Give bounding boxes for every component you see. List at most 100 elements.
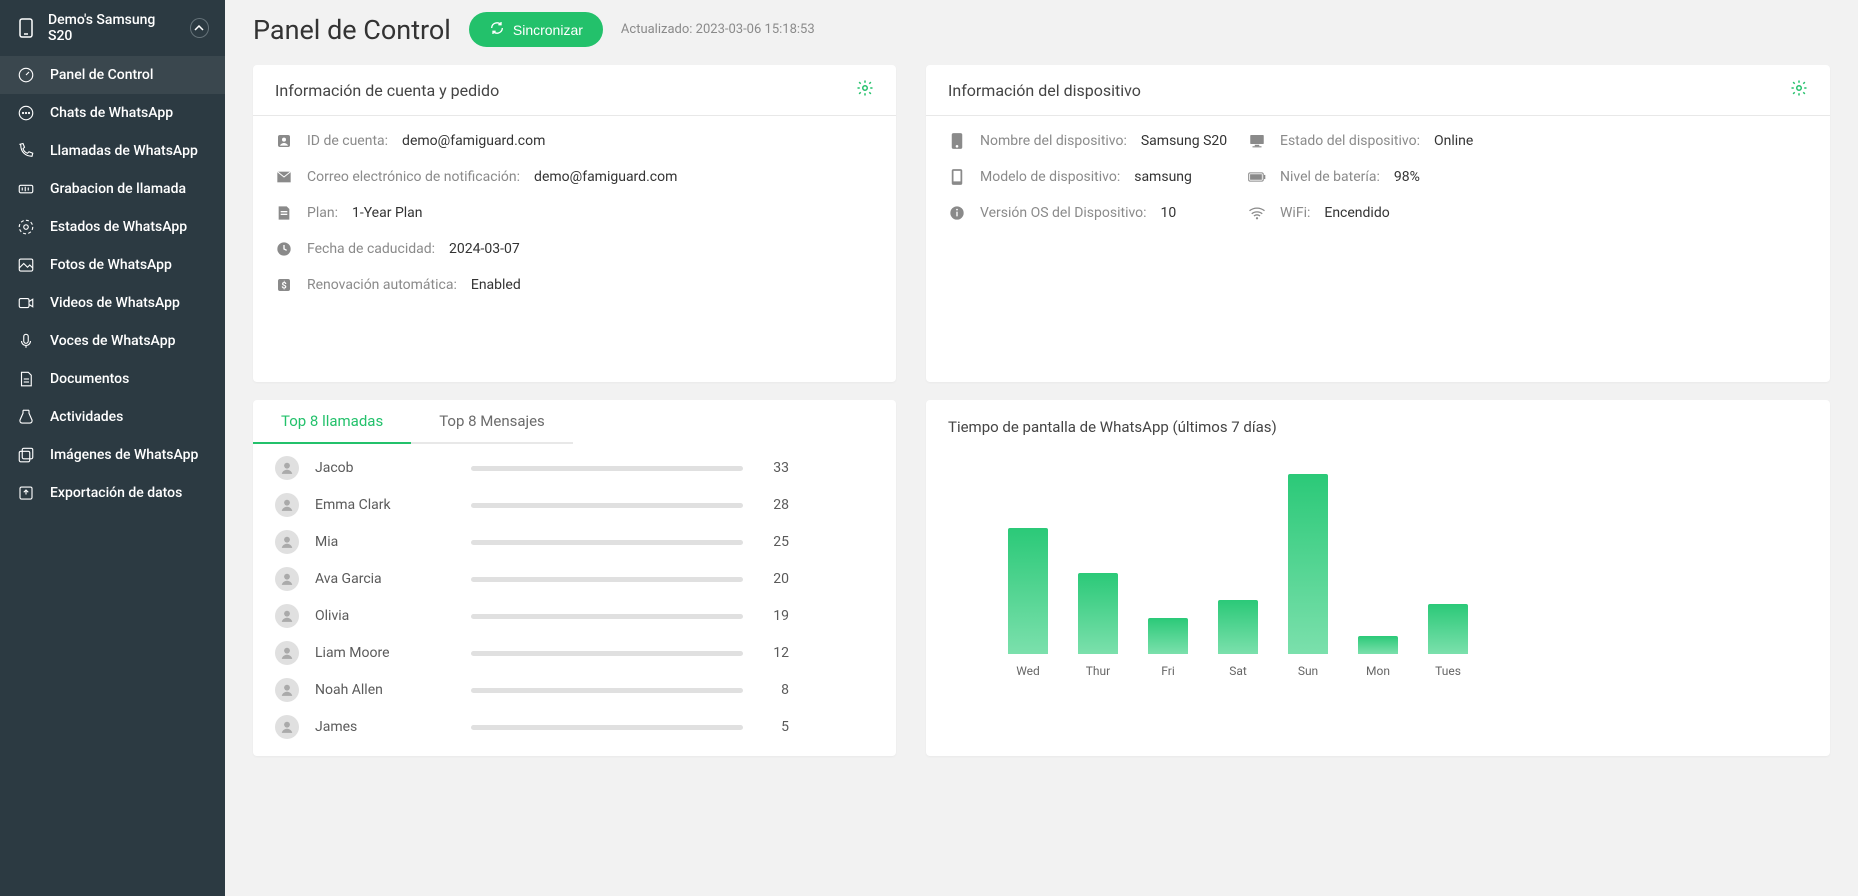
account-info-row: Correo electrónico de notificación: demo… [275,168,874,186]
info-value: demo@famiguard.com [402,133,545,149]
chart-bar: Mon [1358,636,1398,678]
device-info-row: Nivel de batería: 98% [1248,168,1548,186]
avatar [275,678,299,702]
call-name: Ava Garcia [315,571,455,587]
account-info-card: Información de cuenta y pedido ID de cue… [253,65,896,382]
sidebar-item-status[interactable]: Estados de WhatsApp [0,208,225,246]
main: Panel de Control Sincronizar Actualizado… [225,0,1858,896]
chart-bar: Sun [1288,474,1328,678]
gear-icon[interactable] [1790,79,1808,101]
image-icon [16,445,36,465]
sidebar-item-export[interactable]: Exportación de datos [0,474,225,512]
sidebar-item-dashboard[interactable]: Panel de Control [0,56,225,94]
doc-icon [16,369,36,389]
updated-text: Actualizado: 2023-03-06 15:18:53 [621,22,815,37]
info-value: 10 [1161,205,1177,221]
info-icon [948,132,966,150]
chat-icon [16,103,36,123]
call-name: Liam Moore [315,645,455,661]
call-name: Mia [315,534,455,550]
info-label: Nivel de batería: [1280,169,1380,185]
sidebar-item-activity[interactable]: Actividades [0,398,225,436]
export-icon [16,483,36,503]
sidebar-item-label: Documentos [50,371,129,387]
info-icon [275,204,293,222]
sidebar-item-record[interactable]: Grabacion de llamada [0,170,225,208]
sidebar-item-voice[interactable]: Voces de WhatsApp [0,322,225,360]
chart-label: Tues [1435,664,1461,678]
device-card-title: Información del dispositivo [948,81,1141,100]
info-icon [1248,204,1266,222]
chevron-up-icon[interactable] [190,18,209,38]
call-row: Emma Clark28 [275,493,874,517]
activity-icon [16,407,36,427]
call-icon [16,141,36,161]
info-label: Nombre del dispositivo: [980,133,1127,149]
title-row: Panel de Control Sincronizar Actualizado… [253,12,1830,47]
chart-bar-fill [1288,474,1328,654]
call-row: Ava Garcia20 [275,567,874,591]
info-value: samsung [1134,169,1192,185]
call-count: 8 [759,682,789,698]
avatar [275,530,299,554]
call-count: 12 [759,645,789,661]
info-label: Estado del dispositivo: [1280,133,1420,149]
device-info-row: Nombre del dispositivo: Samsung S20 [948,132,1248,150]
call-row: Olivia 19 [275,604,874,628]
screen-time-title: Tiempo de pantalla de WhatsApp (últimos … [948,418,1808,436]
info-label: Modelo de dispositivo: [980,169,1120,185]
call-row: Jacob33 [275,456,874,480]
sidebar-item-label: Estados de WhatsApp [50,219,187,235]
info-label: ID de cuenta: [307,133,388,149]
chart-label: Sat [1229,664,1247,678]
chart-bar-fill [1218,600,1258,654]
call-count: 5 [759,719,789,735]
info-icon [275,240,293,258]
sidebar-item-call[interactable]: Llamadas de WhatsApp [0,132,225,170]
chart-bar: Wed [1008,528,1048,678]
video-icon [16,293,36,313]
sync-button[interactable]: Sincronizar [469,12,603,47]
call-count: 25 [759,534,789,550]
info-label: Fecha de caducidad: [307,241,435,257]
phone-icon [16,18,36,38]
call-name: Olivia [315,608,455,624]
device-label: Demo's Samsung S20 [48,12,178,44]
avatar [275,493,299,517]
chart-label: Sun [1298,664,1318,678]
info-value: 98% [1394,169,1420,185]
info-label: Versión OS del Dispositivo: [980,205,1147,221]
chart-bar: Thur [1078,573,1118,678]
call-bar [471,466,743,471]
sidebar-item-doc[interactable]: Documentos [0,360,225,398]
sidebar-device-header[interactable]: Demo's Samsung S20 [0,0,225,56]
sidebar-item-label: Panel de Control [50,67,153,83]
call-count: 19 [759,608,789,624]
status-icon [16,217,36,237]
info-icon [1248,168,1266,186]
tab-top-calls[interactable]: Top 8 llamadas [253,400,411,444]
tab-top-messages[interactable]: Top 8 Mensajes [411,400,573,444]
call-row: Noah Allen 8 [275,678,874,702]
info-value: 1-Year Plan [352,205,423,221]
device-info-row: WiFi: Encendido [1248,204,1548,222]
info-label: Plan: [307,205,338,221]
device-info-row: Estado del dispositivo: Online [1248,132,1548,150]
sidebar-item-image[interactable]: Imágenes de WhatsApp [0,436,225,474]
sidebar-item-video[interactable]: Videos de WhatsApp [0,284,225,322]
sidebar-item-label: Actividades [50,409,123,425]
avatar [275,604,299,628]
account-info-row: ID de cuenta: demo@famiguard.com [275,132,874,150]
sidebar-item-label: Videos de WhatsApp [50,295,180,311]
sidebar-item-photo[interactable]: Fotos de WhatsApp [0,246,225,284]
gear-icon[interactable] [856,79,874,101]
call-row: Liam Moore 12 [275,641,874,665]
sidebar-item-label: Chats de WhatsApp [50,105,173,121]
call-name: Noah Allen [315,682,455,698]
sidebar-item-chat[interactable]: Chats de WhatsApp [0,94,225,132]
device-info-row: Versión OS del Dispositivo: 10 [948,204,1248,222]
chart-label: Wed [1016,664,1040,678]
chart-label: Thur [1086,664,1110,678]
sidebar-item-label: Grabacion de llamada [50,181,186,197]
screen-time-chart: WedThurFriSatSunMonTues [948,468,1808,678]
